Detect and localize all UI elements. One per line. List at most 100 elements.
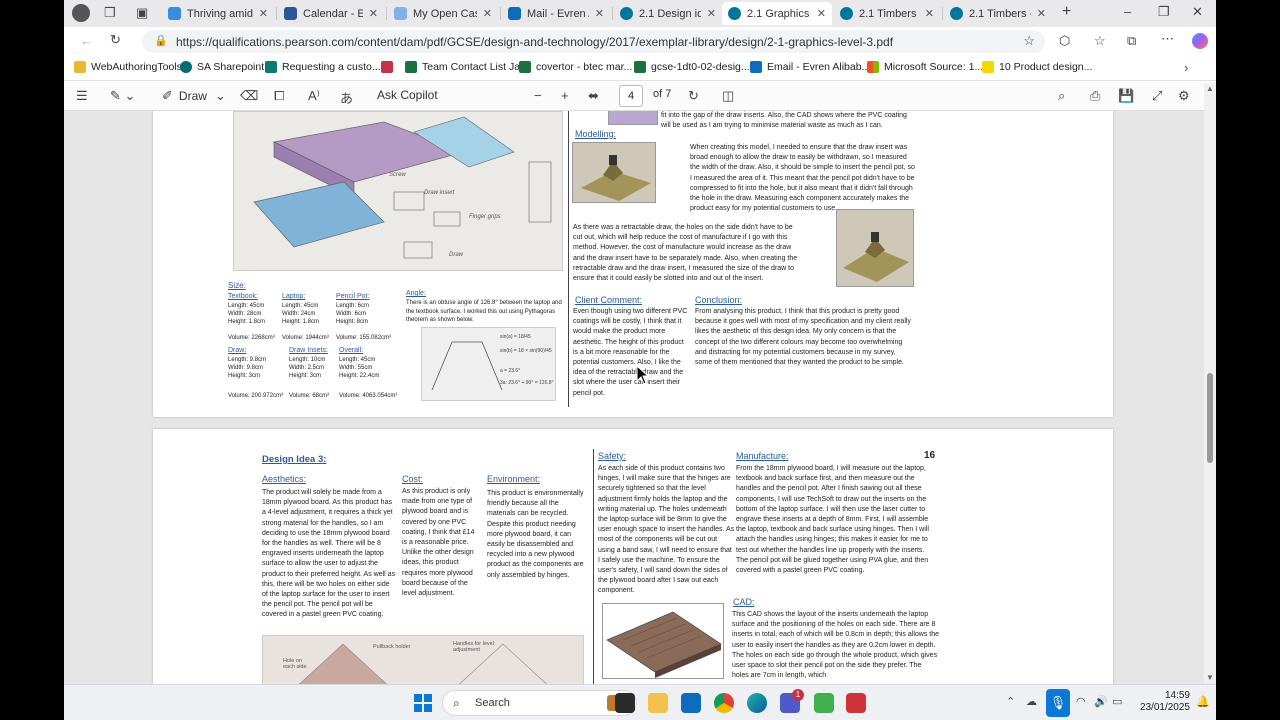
bookmark-8[interactable]: Microsoft Source: 1... — [867, 61, 983, 73]
minimize-icon[interactable]: – — [1124, 4, 1131, 19]
notifications-icon[interactable]: 🔔 — [1196, 695, 1210, 708]
ask-copilot-button[interactable]: Ask Copilot — [377, 88, 438, 102]
safety-paragraph: As each side of this product contains tw… — [598, 465, 735, 595]
profile-avatar[interactable] — [72, 4, 90, 22]
edge-icon[interactable] — [747, 693, 767, 713]
cad-heading: CAD: — [733, 597, 755, 607]
close-icon[interactable]: ✕ — [259, 7, 268, 20]
bookmark-2[interactable]: Requesting a custo... — [265, 61, 381, 73]
tab-7[interactable]: 2.1 Timbers - Le ✕ — [944, 2, 1052, 25]
top-paragraph: fit into the gap of the draw inserts. Al… — [661, 112, 907, 130]
search-icon[interactable]: ⌕ — [1058, 88, 1065, 104]
tab-0[interactable]: Thriving amid d ✕ — [162, 2, 274, 25]
read-aloud-icon[interactable]: A⁾ — [308, 88, 320, 104]
contents-icon[interactable]: ☰ — [76, 88, 88, 104]
text-box-icon[interactable]: ⧠ — [274, 88, 284, 104]
tab-strip: ❒ ▣ Thriving amid d ✕ Calendar - Evren ✕… — [64, 0, 1216, 27]
file-explorer-icon[interactable] — [648, 693, 668, 713]
math-line: 3a: 23.6° + 90° = 126.8° — [500, 380, 554, 386]
tab-6[interactable]: 2.1 Timbers - Le ✕ — [834, 2, 940, 25]
tab-3[interactable]: Mail - Evren Alib ✕ — [502, 2, 610, 25]
windows-taskbar: ⌕ Search 1 ⌃ ☁ 🎙 ◠ 🔊 ▭ 14:59 23/01/2025 … — [64, 684, 1216, 720]
battery-icon[interactable]: ▭ — [1112, 695, 1122, 708]
tab-favicon-icon — [394, 7, 407, 20]
bookmark-7[interactable]: Email - Evren Alibab... — [750, 61, 870, 73]
scrollbar-thumb[interactable] — [1207, 373, 1213, 463]
zoom-out-icon[interactable]: − — [534, 88, 542, 103]
tab-label: 2.1 Timbers - Le — [969, 7, 1031, 20]
tray-chevron-icon[interactable]: ⌃ — [1006, 695, 1015, 708]
model-photo-1 — [572, 142, 656, 203]
pencil-pot-heading: Pencil Pot: — [336, 293, 370, 300]
client-comment-heading: Client Comment: — [575, 295, 643, 305]
bookmark-0[interactable]: WebAuthoringTools — [74, 61, 182, 73]
app-red-icon[interactable] — [846, 693, 866, 713]
tab-2[interactable]: My Open Cases ✕ — [388, 2, 498, 25]
onedrive-icon[interactable]: ☁ — [1026, 695, 1037, 708]
bookmark-5[interactable]: covertor - btec mar... — [519, 61, 632, 73]
app-green-icon[interactable] — [814, 693, 834, 713]
tab-actions-icon[interactable]: ▣ — [136, 5, 148, 21]
back-icon[interactable]: ← — [80, 33, 93, 48]
highlight-icon[interactable]: ✎ ⌄ — [110, 88, 135, 104]
save-icon[interactable]: 💾 — [1118, 88, 1134, 104]
close-icon[interactable]: ✕ — [925, 7, 934, 20]
bookmark-4[interactable]: Team Contact List Ja... — [405, 61, 529, 73]
copilot-icon[interactable] — [1192, 33, 1208, 49]
outlook-icon[interactable] — [681, 693, 701, 713]
clock-time: 14:59 — [1164, 690, 1190, 701]
new-tab-icon[interactable]: + — [1062, 3, 1071, 21]
close-icon[interactable]: ✕ — [707, 7, 716, 20]
scroll-down-icon[interactable]: ▼ — [1206, 673, 1214, 682]
print-icon[interactable]: ⎙ — [1090, 88, 1100, 104]
bookmark-3[interactable] — [381, 61, 398, 73]
favorites-icon[interactable]: ☆ — [1094, 33, 1106, 49]
close-icon[interactable]: ✕ — [1037, 7, 1046, 20]
pdf-viewport[interactable]: Draw insert Draw Finger grips Screw fit … — [64, 111, 1216, 684]
sketch-label: Handles for level adjustment — [453, 641, 494, 653]
design-idea-title: Design Idea 3: — [262, 454, 327, 465]
page-number-input[interactable]: 4 — [619, 85, 643, 107]
wifi-icon[interactable]: ◠ — [1076, 695, 1086, 708]
sharepoint-icon — [180, 61, 192, 73]
translate-icon[interactable]: あ — [340, 88, 353, 107]
maximize-icon[interactable]: ❐ — [1158, 4, 1170, 20]
eraser-icon[interactable]: ⌫ — [240, 88, 258, 104]
close-icon[interactable]: ✕ — [369, 7, 378, 20]
rotate-icon[interactable]: ↻ — [688, 88, 699, 104]
terminal-icon[interactable] — [615, 693, 635, 713]
close-icon[interactable]: ✕ — [595, 7, 604, 20]
favorite-star-icon[interactable]: ☆ — [1023, 33, 1035, 49]
settings-gear-icon[interactable]: ⚙ — [1178, 88, 1190, 104]
chrome-icon[interactable] — [714, 693, 734, 713]
microphone-icon[interactable]: 🎙 — [1046, 689, 1070, 717]
fullscreen-icon[interactable]: ⤢ — [1152, 88, 1162, 104]
url-field[interactable]: 🔒 https://qualifications.pearson.com/con… — [142, 30, 1045, 53]
clock[interactable]: 14:59 23/01/2025 — [1140, 690, 1190, 714]
refresh-icon[interactable]: ↻ — [110, 32, 121, 48]
workspaces-icon[interactable]: ❒ — [104, 5, 116, 21]
tab-4[interactable]: 2.1 Design idea ✕ — [614, 2, 722, 25]
fit-page-icon[interactable]: ⬌ — [588, 88, 599, 104]
collections-icon[interactable]: ⧉ — [1127, 33, 1136, 49]
close-window-icon[interactable]: ✕ — [1192, 4, 1203, 20]
bookmark-6[interactable]: gcse-1dt0-02-desig... — [634, 61, 750, 73]
tab-5-active[interactable]: 2.1 Graphics - Le ✕ — [722, 2, 832, 25]
client-comment-paragraph: Even though using two different PVC coat… — [573, 308, 688, 397]
zoom-in-icon[interactable]: + — [561, 88, 569, 103]
scroll-up-icon[interactable]: ▲ — [1206, 84, 1214, 93]
start-icon[interactable] — [414, 694, 432, 712]
draw-button[interactable]: ✐ Draw ⌄ — [162, 88, 226, 104]
more-icon[interactable]: ⋯ — [1161, 31, 1174, 47]
close-icon[interactable]: ✕ — [817, 7, 826, 20]
bookmark-9[interactable]: 10 Product design... — [982, 61, 1092, 73]
taskbar-search-box[interactable]: ⌕ Search — [442, 690, 637, 716]
vertical-scrollbar[interactable]: ▲ ▼ — [1204, 83, 1216, 683]
close-icon[interactable]: ✕ — [483, 7, 492, 20]
extensions-icon[interactable]: ⬡ — [1059, 33, 1070, 49]
chevron-right-icon[interactable]: › — [1184, 60, 1188, 75]
volume-icon[interactable]: 🔊 — [1094, 695, 1108, 708]
tab-1[interactable]: Calendar - Evren ✕ — [278, 2, 384, 25]
page-view-icon[interactable]: ◫ — [722, 88, 734, 104]
bookmark-1[interactable]: SA Sharepoint — [180, 61, 264, 73]
